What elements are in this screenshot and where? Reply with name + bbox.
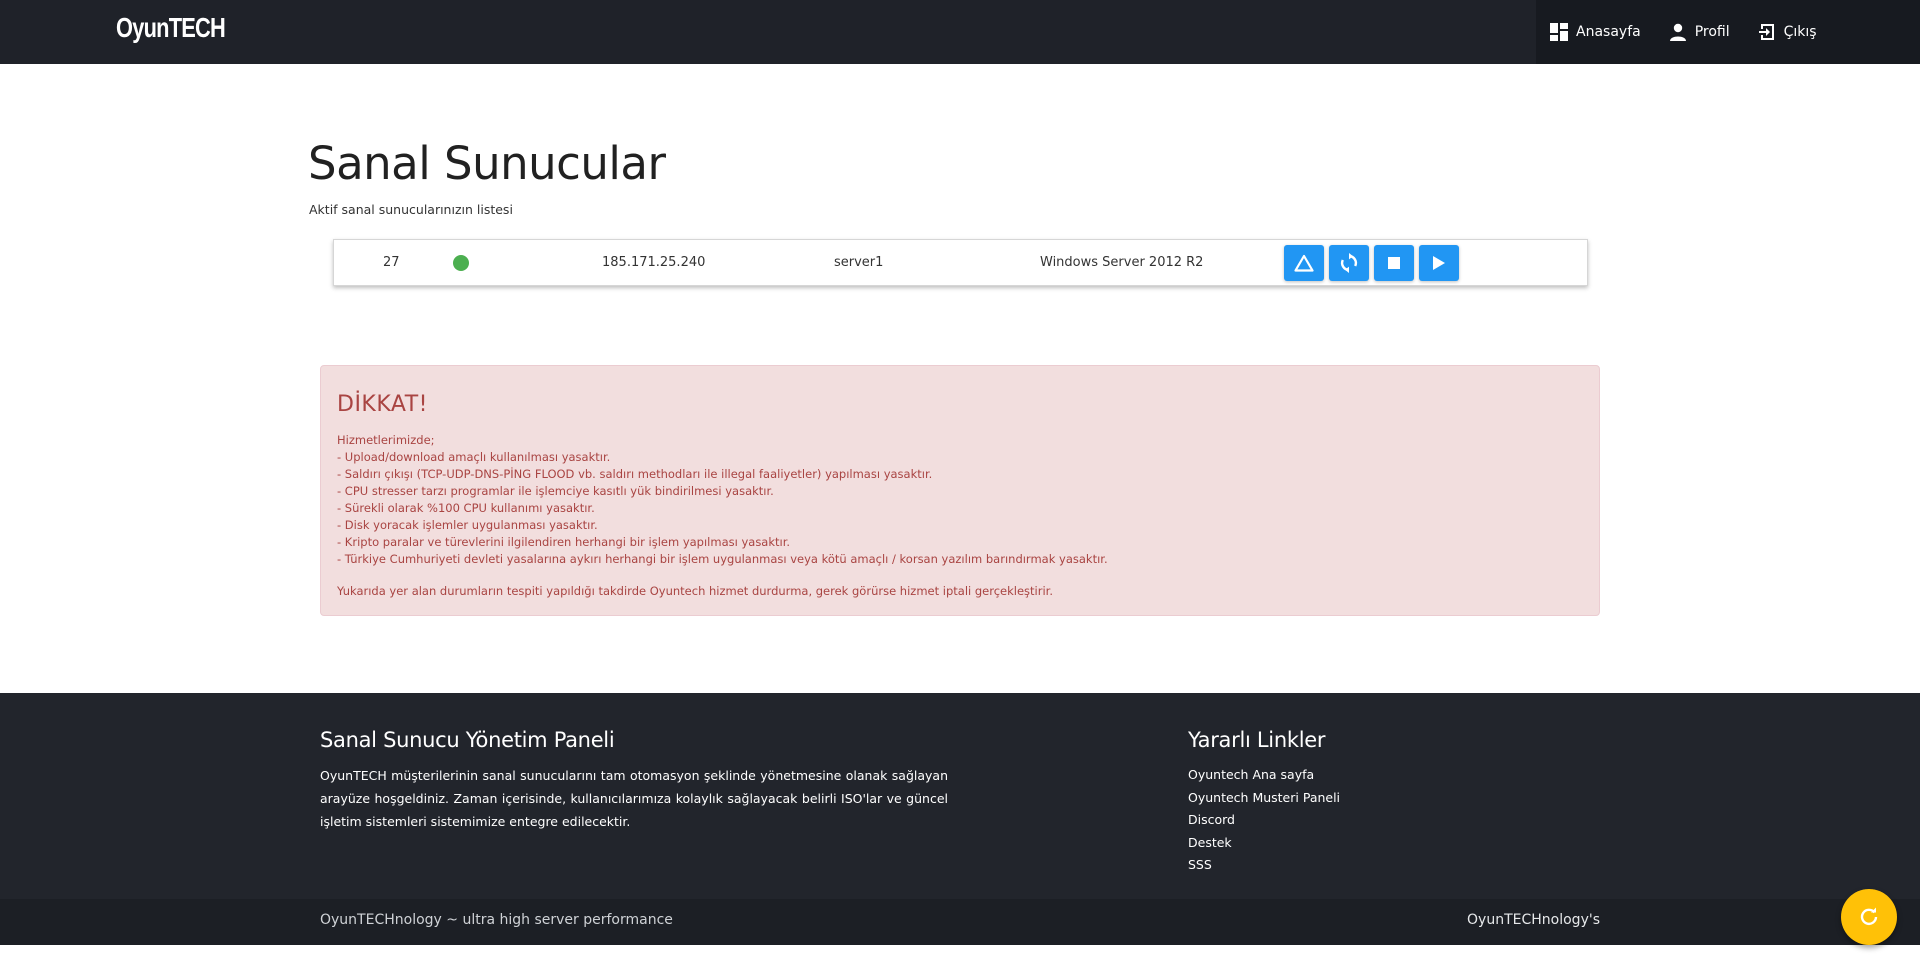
server-ip: 185.171.25.240 xyxy=(602,255,706,270)
footer-bottom-bar: OyunTECHnology ~ ultra high server perfo… xyxy=(0,899,1920,945)
footer-link-support[interactable]: Destek xyxy=(1188,832,1340,855)
nav-item-label: Anasayfa xyxy=(1576,24,1641,40)
alert-rule: - Disk yoracak işlemler uygulanması yasa… xyxy=(337,518,598,532)
refresh-icon xyxy=(1860,907,1878,926)
footer-links-list: Oyuntech Ana sayfa Oyuntech Musteri Pane… xyxy=(1188,764,1340,877)
alert-rule: - Kripto paralar ve türevlerini ilgilend… xyxy=(337,535,791,549)
alert-closing: Yukarıda yer alan durumların tespiti yap… xyxy=(337,584,1053,598)
stop-button[interactable] xyxy=(1374,244,1414,281)
server-name: server1 xyxy=(834,255,884,270)
server-row: 27 185.171.25.240 server1 Windows Server… xyxy=(333,239,1588,286)
status-online-indicator xyxy=(453,254,469,271)
warning-alert: DİKKAT! Hizmetlerimizde; - Upload/downlo… xyxy=(320,365,1600,616)
footer-link-discord[interactable]: Discord xyxy=(1188,809,1340,832)
server-os: Windows Server 2012 R2 xyxy=(1040,255,1204,270)
page-subtitle: Aktif sanal sunucularınızın listesi xyxy=(309,202,513,217)
nav-item-anasayfa[interactable]: Anasayfa xyxy=(1550,23,1641,41)
nav-item-cikis[interactable]: Çıkış xyxy=(1758,23,1817,41)
server-actions xyxy=(1284,240,1464,285)
footer-about-text: OyunTECH müşterilerinin sanal sunucuları… xyxy=(320,768,948,829)
footer-tagline: OyunTECHnology ~ ultra high server perfo… xyxy=(320,912,673,928)
stop-icon xyxy=(1388,256,1400,269)
footer-links: Yararlı Linkler Oyuntech Ana sayfa Oyunt… xyxy=(1188,728,1340,877)
alert-rule: - Türkiye Cumhuriyeti devleti yasalarına… xyxy=(337,552,1108,566)
footer-link-home[interactable]: Oyuntech Ana sayfa xyxy=(1188,764,1340,787)
dashboard-icon xyxy=(1550,23,1568,41)
footer-copyright: OyunTECHnology's xyxy=(1467,912,1600,928)
exit-icon xyxy=(1758,24,1774,40)
alert-intro: Hizmetlerimizde; xyxy=(337,433,435,447)
server-status xyxy=(453,240,469,285)
nav-item-label: Çıkış xyxy=(1783,24,1817,40)
footer-link-customer-panel[interactable]: Oyuntech Musteri Paneli xyxy=(1188,787,1340,810)
footer-links-title: Yararlı Linkler xyxy=(1188,728,1326,752)
nav-menu: Anasayfa Profil Çıkış xyxy=(1536,0,1920,64)
nav-item-label: Profil xyxy=(1694,24,1730,40)
alert-body: Hizmetlerimizde; - Upload/download amaçl… xyxy=(337,432,1108,568)
warning-button[interactable] xyxy=(1284,244,1324,281)
refresh-fab-button[interactable] xyxy=(1841,889,1897,945)
brand-logo[interactable]: OyunTECH xyxy=(116,12,226,44)
footer-link-faq[interactable]: SSS xyxy=(1188,854,1340,877)
alert-rule: - CPU stresser tarzı programlar ile işle… xyxy=(337,484,774,498)
page-title: Sanal Sunucular xyxy=(308,137,666,190)
warning-triangle-icon xyxy=(1294,254,1314,272)
person-icon xyxy=(1669,23,1686,41)
top-navbar: OyunTECH Anasayfa Profil Çıkış xyxy=(0,0,1920,64)
alert-rule: - Sürekli olarak %100 CPU kullanımı yasa… xyxy=(337,501,595,515)
start-button[interactable] xyxy=(1419,244,1459,281)
alert-rule: - Saldırı çıkışı (TCP-UDP-DNS-PİNG FLOOD… xyxy=(337,467,933,481)
alert-title: DİKKAT! xyxy=(337,392,428,417)
footer-about: Sanal Sunucu Yönetim Paneli OyunTECH müş… xyxy=(320,728,948,833)
footer: Sanal Sunucu Yönetim Paneli OyunTECH müş… xyxy=(0,693,1920,945)
footer-about-title: Sanal Sunucu Yönetim Paneli xyxy=(320,728,615,752)
play-icon xyxy=(1433,255,1445,270)
server-id: 27 xyxy=(383,255,400,270)
nav-item-profil[interactable]: Profil xyxy=(1669,23,1730,41)
restart-button[interactable] xyxy=(1329,244,1369,281)
alert-rule: - Upload/download amaçlı kullanılması ya… xyxy=(337,450,611,464)
restart-icon xyxy=(1340,252,1358,273)
